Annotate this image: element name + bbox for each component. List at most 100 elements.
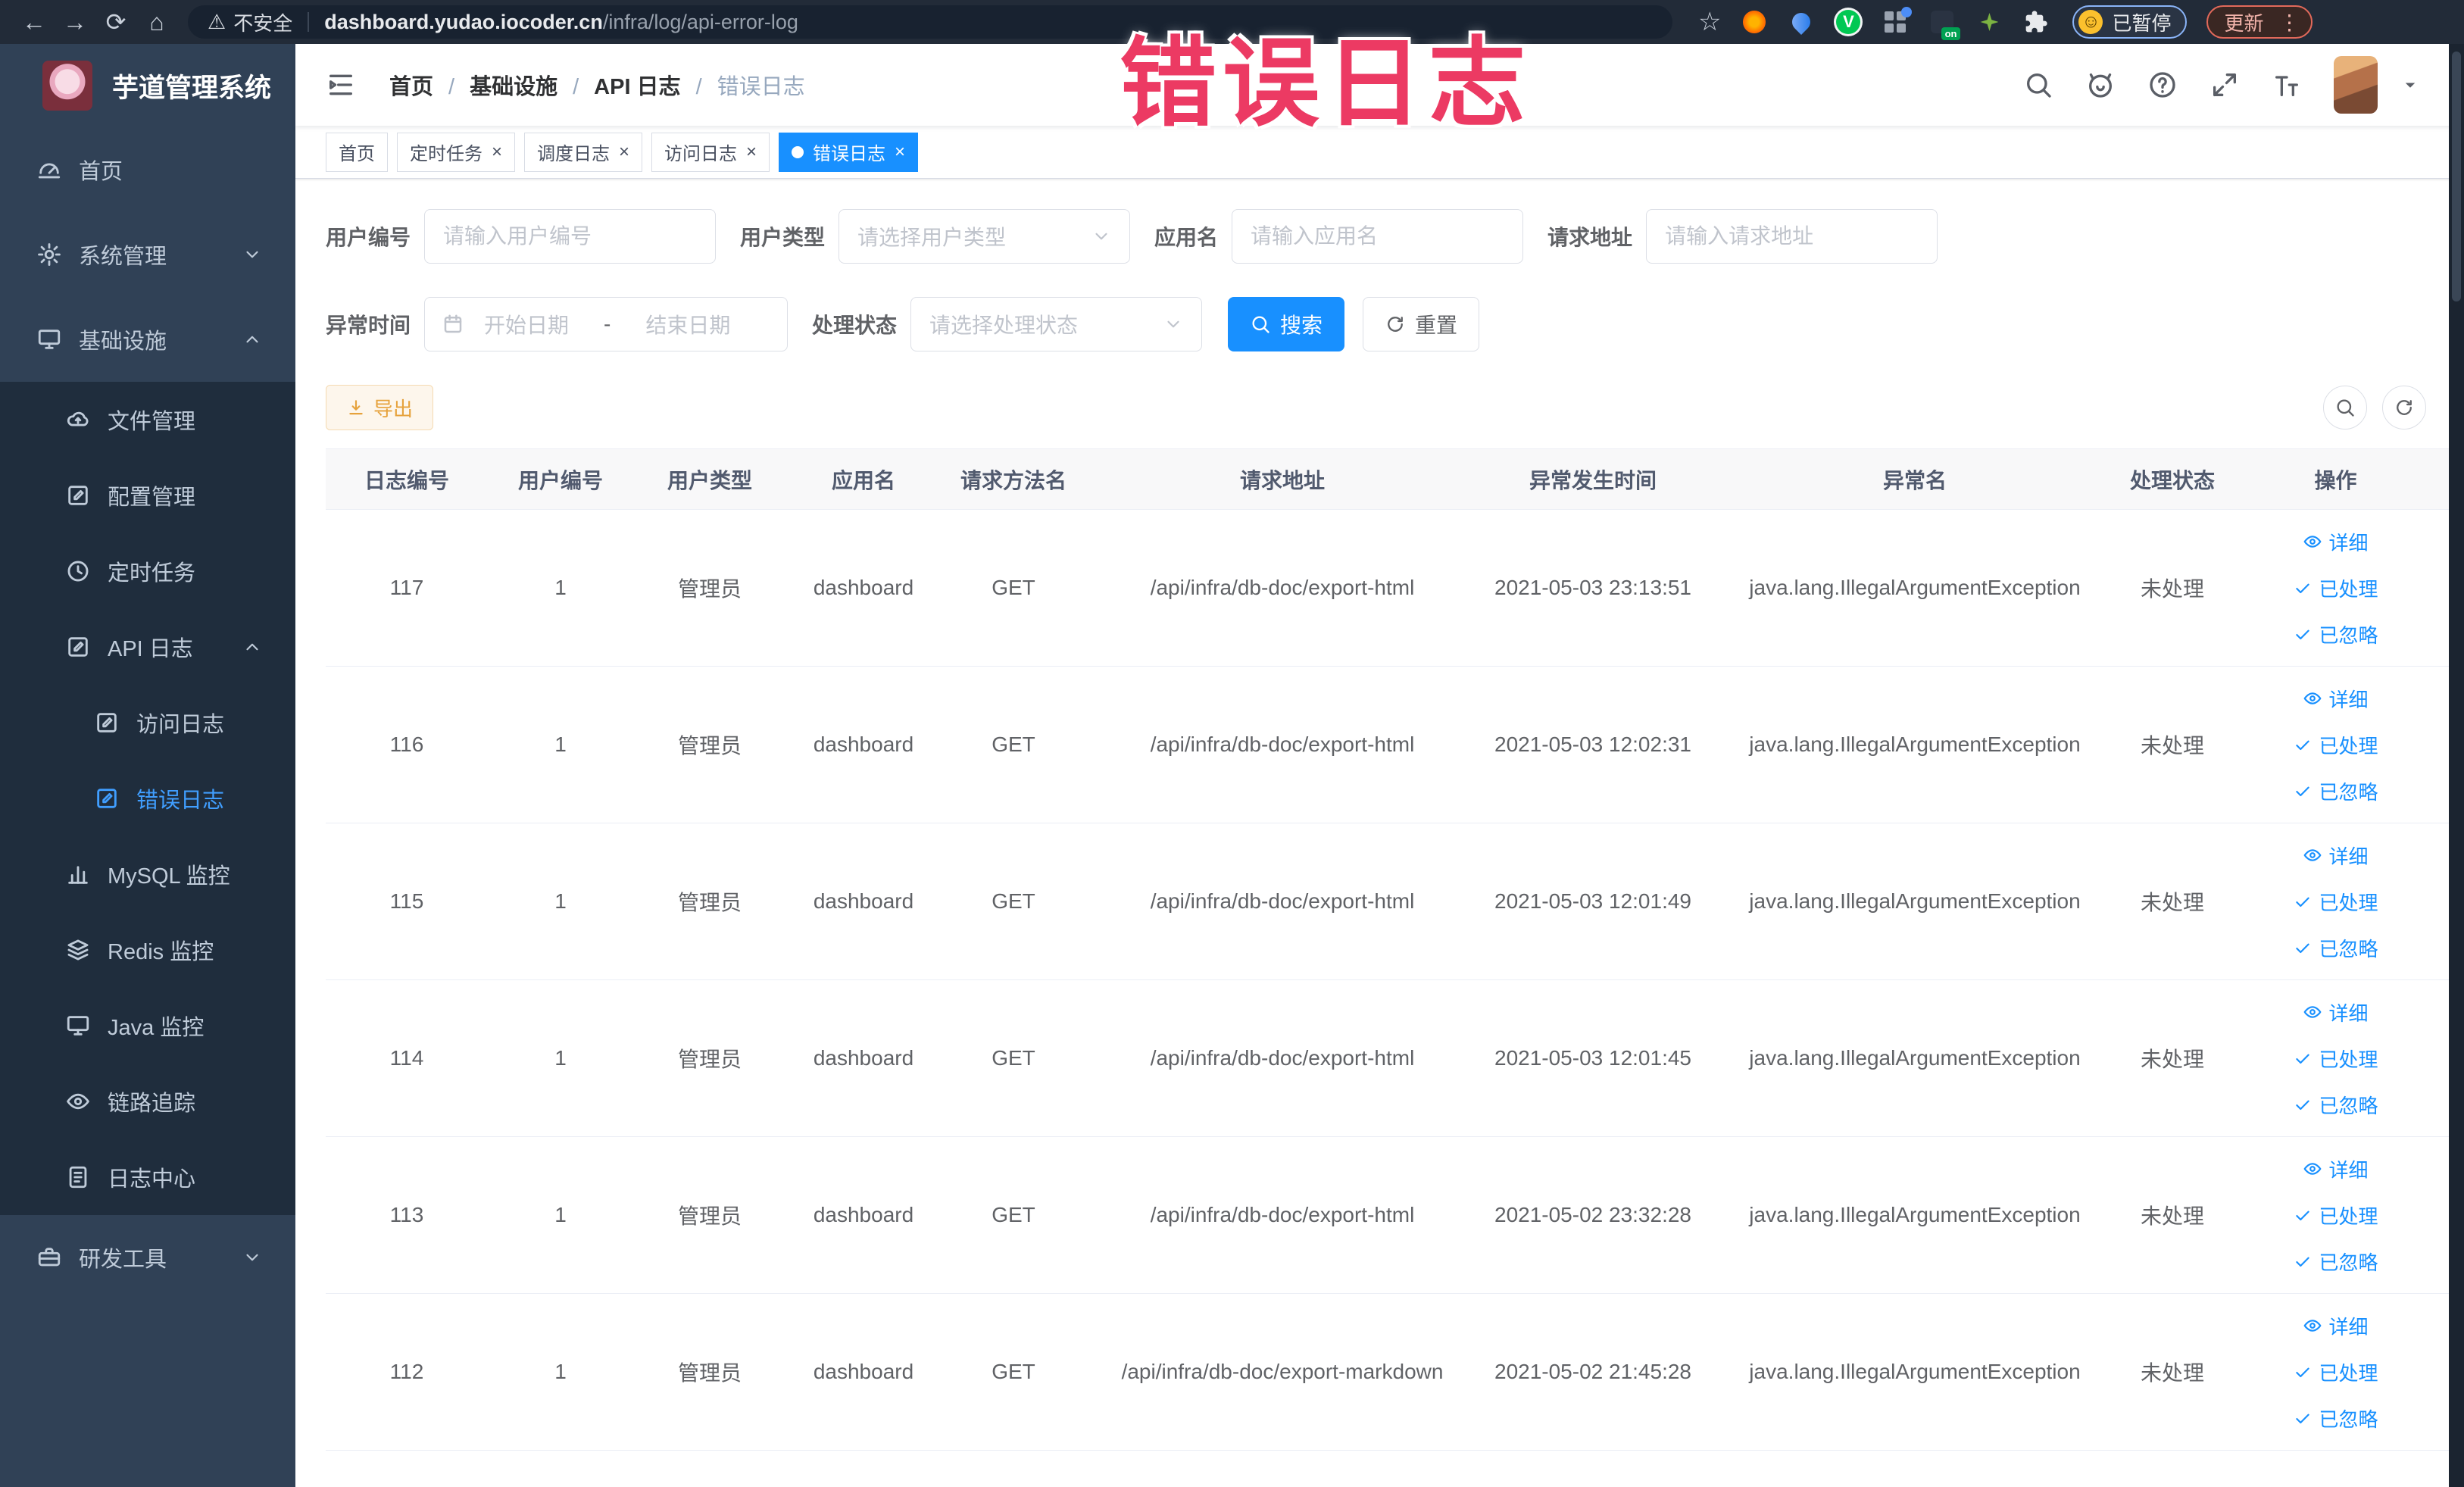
- browser-reload-icon[interactable]: ⟳: [95, 8, 136, 36]
- sidebar-item-infra[interactable]: 基础设施: [0, 297, 295, 382]
- process-status-select[interactable]: 请选择处理状态: [910, 297, 1203, 351]
- detail-link[interactable]: 详细: [2303, 685, 2369, 713]
- table-row: 117 1 管理员 dashboard GET /api/infra/db-do…: [326, 509, 2449, 667]
- sidebar-item-log-center[interactable]: 日志中心: [0, 1139, 295, 1215]
- extensions-puzzle-icon[interactable]: [2022, 8, 2050, 36]
- sidebar-item-file-manage[interactable]: 文件管理: [0, 382, 295, 458]
- col-process-status: 处理状态: [2122, 448, 2222, 510]
- browser-update-badge[interactable]: 更新 ⋮: [2206, 5, 2313, 39]
- mark-processed-link[interactable]: 已处理: [2293, 1045, 2378, 1073]
- font-size-icon[interactable]: [2272, 70, 2302, 100]
- chevron-up-icon: [242, 637, 262, 657]
- sidebar-item-scheduled-job[interactable]: 定时任务: [0, 533, 295, 609]
- sidebar-item-redis-monitor[interactable]: Redis 监控: [0, 912, 295, 988]
- refresh-table-button[interactable]: [2382, 386, 2426, 430]
- sidebar-item-java-monitor[interactable]: Java 监控: [0, 988, 295, 1064]
- page-scrollbar[interactable]: [2449, 44, 2464, 1487]
- mark-ignored-link[interactable]: 已忽略: [2293, 777, 2378, 805]
- sidebar-item-api-log[interactable]: API 日志: [0, 609, 295, 685]
- table-row: 112 1 管理员 dashboard GET /api/infra/db-do…: [326, 1293, 2449, 1451]
- tab-close-icon[interactable]: ×: [746, 142, 757, 163]
- breadcrumb-current: 错误日志: [681, 69, 805, 101]
- sidebar-item-mysql-monitor[interactable]: MySQL 监控: [0, 836, 295, 912]
- tab-home[interactable]: 首页: [326, 132, 388, 172]
- user-menu-caret-icon[interactable]: [2399, 73, 2422, 96]
- extension-orange-icon[interactable]: [1741, 8, 1768, 36]
- breadcrumb-api-log[interactable]: API 日志: [557, 69, 680, 101]
- check-icon: [2293, 1362, 2313, 1382]
- check-icon: [2293, 1205, 2313, 1225]
- extension-blue-icon[interactable]: [1788, 8, 1815, 36]
- mark-processed-link[interactable]: 已处理: [2293, 731, 2378, 759]
- tab-error-log[interactable]: 错误日志 ×: [779, 132, 919, 172]
- request-url-input[interactable]: [1646, 209, 1938, 264]
- date-range-separator: -: [604, 312, 611, 336]
- fullscreen-icon[interactable]: [2209, 70, 2240, 100]
- bookmark-star-icon[interactable]: ☆: [1698, 7, 1721, 37]
- tab-close-icon[interactable]: ×: [619, 142, 629, 163]
- mark-ignored-link[interactable]: 已忽略: [2293, 1091, 2378, 1119]
- detail-link[interactable]: 详细: [2303, 1155, 2369, 1183]
- mark-ignored-link[interactable]: 已忽略: [2293, 1248, 2378, 1276]
- col-request-url: 请求地址: [1086, 448, 1479, 510]
- detail-link[interactable]: 详细: [2303, 998, 2369, 1026]
- table-row: 113 1 管理员 dashboard GET /api/infra/db-do…: [326, 1136, 2449, 1294]
- top-navbar: 首页 基础设施 API 日志 错误日志: [295, 44, 2464, 126]
- browser-menu-kebab-icon[interactable]: ⋮: [2275, 10, 2305, 35]
- refresh-icon: [2394, 397, 2415, 418]
- browser-home-icon[interactable]: ⌂: [136, 8, 177, 36]
- sidebar-logo[interactable]: 芋道管理系统: [0, 44, 295, 127]
- help-icon[interactable]: [2147, 70, 2178, 100]
- detail-link[interactable]: 详细: [2303, 1312, 2369, 1340]
- mark-ignored-link[interactable]: 已忽略: [2293, 1404, 2378, 1432]
- sidebar-item-system[interactable]: 系统管理: [0, 212, 295, 297]
- sidebar-item-dev-tools[interactable]: 研发工具: [0, 1215, 295, 1300]
- address-bar[interactable]: ⚠ 不安全 dashboard.yudao.iocoder.cn /infra/…: [188, 5, 1672, 39]
- sidebar-item-config-manage[interactable]: 配置管理: [0, 458, 295, 533]
- sidebar-item-home[interactable]: 首页: [0, 127, 295, 212]
- tab-schedule-log[interactable]: 调度日志 ×: [524, 132, 643, 172]
- mark-processed-link[interactable]: 已处理: [2293, 1201, 2378, 1229]
- app-name-input[interactable]: [1232, 209, 1524, 264]
- user-id-input[interactable]: [424, 209, 717, 264]
- sidebar-item-trace[interactable]: 链路追踪: [0, 1064, 295, 1139]
- sidebar-item-access-log[interactable]: 访问日志: [0, 685, 295, 761]
- user-type-select[interactable]: 请选择用户类型: [839, 209, 1131, 264]
- extension-spark-icon[interactable]: [1975, 8, 2003, 36]
- browser-forward-icon[interactable]: →: [55, 8, 95, 36]
- breadcrumb-home[interactable]: 首页: [389, 69, 433, 101]
- extension-grid-icon[interactable]: [1882, 7, 1913, 36]
- tab-scheduled-job[interactable]: 定时任务 ×: [397, 132, 516, 172]
- tab-close-icon[interactable]: ×: [895, 142, 905, 163]
- mark-ignored-link[interactable]: 已忽略: [2293, 934, 2378, 962]
- github-icon[interactable]: [2085, 70, 2116, 100]
- mark-processed-link[interactable]: 已处理: [2293, 888, 2378, 916]
- tab-close-icon[interactable]: ×: [492, 142, 502, 163]
- browser-back-icon[interactable]: ←: [14, 8, 55, 36]
- sidebar-item-error-log[interactable]: 错误日志: [0, 761, 295, 836]
- mark-processed-link[interactable]: 已处理: [2293, 1358, 2378, 1386]
- eye-icon: [2303, 1316, 2322, 1335]
- tab-access-log[interactable]: 访问日志 ×: [651, 132, 770, 172]
- reset-button[interactable]: 重置: [1363, 297, 1480, 351]
- user-avatar[interactable]: [2334, 56, 2378, 114]
- detail-link[interactable]: 详细: [2303, 528, 2369, 556]
- extension-vue-devtools-icon[interactable]: V: [1835, 8, 1862, 36]
- toggle-search-button[interactable]: [2323, 386, 2367, 430]
- sidebar-toggle-icon[interactable]: [326, 70, 356, 100]
- check-icon: [2293, 938, 2313, 957]
- detail-link[interactable]: 详细: [2303, 842, 2369, 870]
- profile-paused-badge[interactable]: ☺ 已暂停: [2072, 5, 2187, 39]
- profile-avatar-icon: ☺: [2078, 10, 2103, 34]
- check-icon: [2293, 781, 2313, 801]
- mark-ignored-link[interactable]: 已忽略: [2293, 620, 2378, 648]
- export-button[interactable]: 导出: [326, 385, 434, 430]
- search-button[interactable]: 搜索: [1228, 297, 1345, 351]
- col-user-id: 用户编号: [488, 448, 633, 510]
- mark-processed-link[interactable]: 已处理: [2293, 574, 2378, 602]
- breadcrumb-infra[interactable]: 基础设施: [433, 69, 557, 101]
- scrollbar-thumb[interactable]: [2452, 52, 2461, 301]
- extension-switch-icon[interactable]: on: [1928, 8, 1961, 40]
- exception-time-range-picker[interactable]: 开始日期 - 结束日期: [424, 297, 789, 351]
- header-search-icon[interactable]: [2023, 70, 2053, 100]
